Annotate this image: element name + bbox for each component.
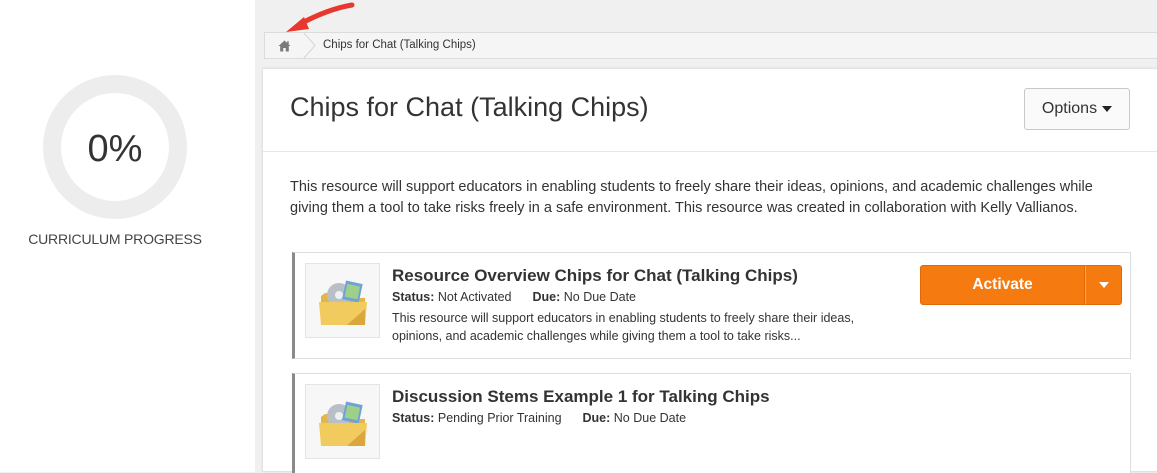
title-divider — [263, 151, 1157, 152]
progress-ring-inner: 0% — [61, 93, 169, 201]
resource-meta: Status: Not Activated Due: No Due Date — [392, 290, 636, 304]
resource-title[interactable]: Discussion Stems Example 1 for Talking C… — [392, 387, 770, 407]
activate-dropdown-button[interactable] — [1085, 265, 1122, 305]
resource-item[interactable]: Discussion Stems Example 1 for Talking C… — [292, 373, 1131, 473]
page: 0% CURRICULUM PROGRESS Chips for Chat (T… — [0, 0, 1157, 473]
due-value: No Due Date — [613, 411, 687, 425]
breadcrumb: Chips for Chat (Talking Chips) — [264, 32, 1157, 59]
activate-button[interactable]: Activate — [920, 265, 1085, 305]
resource-description: This resource will support educators in … — [392, 311, 855, 343]
resource-thumbnail[interactable] — [305, 384, 380, 459]
home-icon — [278, 40, 290, 51]
progress-value: 0% — [87, 128, 143, 170]
folder-disc-icon — [319, 401, 367, 446]
breadcrumb-separator — [303, 33, 316, 58]
status-label: Status: — [392, 290, 435, 304]
progress-label: CURRICULUM PROGRESS — [28, 231, 202, 247]
resource-item[interactable]: Resource Overview Chips for Chat (Talkin… — [292, 252, 1131, 359]
page-title: Chips for Chat (Talking Chips) — [290, 92, 649, 122]
breadcrumb-current: Chips for Chat (Talking Chips) — [323, 39, 476, 51]
caret-down-icon — [1102, 106, 1113, 112]
curriculum-description: This resource will support educators in … — [290, 179, 1093, 216]
status-value: Not Activated — [437, 290, 512, 304]
progress-panel: 0% CURRICULUM PROGRESS — [0, 0, 255, 472]
due-label: Due: — [532, 290, 561, 304]
options-label: Options — [1041, 100, 1098, 117]
caret-down-icon — [1098, 282, 1109, 288]
progress-ring: 0% — [43, 75, 187, 219]
status-label: Status: — [392, 411, 435, 425]
main-card: Chips for Chat (Talking Chips) Options T… — [262, 68, 1157, 473]
breadcrumb-home-link[interactable] — [265, 33, 303, 58]
due-value: No Due Date — [563, 290, 637, 304]
resource-meta: Status: Pending Prior Training Due: No D… — [392, 411, 686, 425]
status-value: Pending Prior Training — [437, 411, 562, 425]
resource-thumbnail[interactable] — [305, 263, 380, 338]
options-button[interactable]: Options — [1024, 88, 1130, 130]
due-label: Due: — [582, 411, 611, 425]
activate-split-button: Activate — [920, 265, 1122, 305]
folder-disc-icon — [319, 280, 367, 325]
resource-title[interactable]: Resource Overview Chips for Chat (Talkin… — [392, 266, 798, 286]
